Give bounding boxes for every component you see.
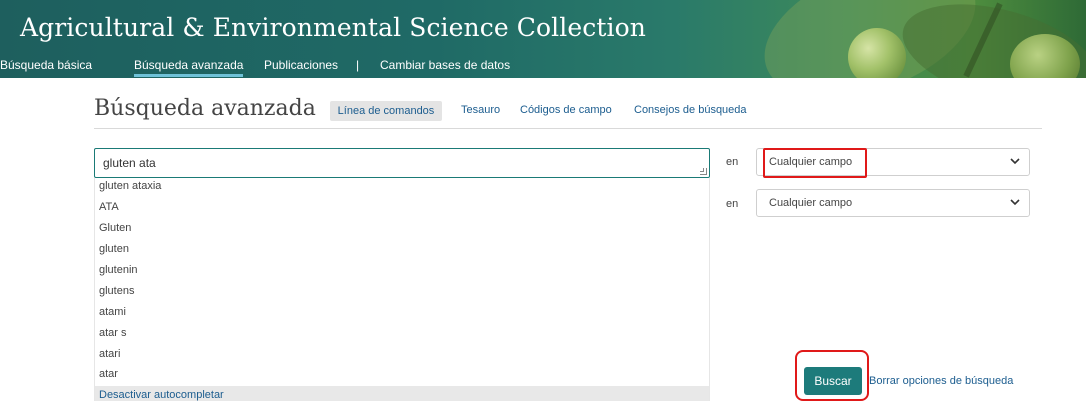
heading-divider (94, 128, 1042, 129)
resize-handle-icon[interactable] (700, 168, 707, 175)
autocomplete-list: gluten ataxia ATA Gluten gluten glutenin… (94, 178, 710, 401)
field-select-value: Cualquier campo (769, 197, 853, 209)
autocomplete-footer: Desactivar autocompletar (95, 386, 709, 401)
clear-search-options-link[interactable]: Borrar opciones de búsqueda (869, 375, 1013, 387)
autocomplete-item[interactable]: gluten ataxia (99, 180, 161, 192)
header-fruit-image (848, 28, 906, 78)
search-input[interactable] (103, 154, 693, 172)
autocomplete-item[interactable]: atar s (99, 327, 127, 339)
chevron-down-icon (1010, 158, 1020, 165)
nav-change-databases[interactable]: Cambiar bases de datos (380, 58, 510, 72)
tab-search-tips[interactable]: Consejos de búsqueda (634, 104, 747, 116)
autocomplete-item[interactable]: glutenin (99, 264, 138, 276)
field-connector-label: en (726, 156, 739, 168)
field-select-2[interactable]: Cualquier campo (756, 189, 1030, 217)
nav-separator: | (356, 58, 360, 72)
highlight-box (763, 148, 867, 178)
highlight-box (795, 350, 869, 401)
autocomplete-item[interactable]: atari (99, 348, 120, 360)
search-input-container[interactable] (94, 148, 710, 178)
app-title: Agricultural & Environmental Science Col… (20, 13, 646, 42)
autocomplete-item[interactable]: Gluten (99, 222, 131, 234)
page-title: Búsqueda avanzada (94, 96, 316, 121)
nav-basic-search[interactable]: Búsqueda básica (0, 58, 92, 72)
app-header: Agricultural & Environmental Science Col… (0, 0, 1086, 78)
field-connector-label: en (726, 198, 739, 210)
autocomplete-item[interactable]: gluten (99, 243, 129, 255)
autocomplete-item[interactable]: atar (99, 368, 118, 380)
autocomplete-item[interactable]: glutens (99, 285, 134, 297)
autocomplete-item[interactable]: atami (99, 306, 126, 318)
tab-command-line[interactable]: Línea de comandos (330, 101, 442, 121)
disable-autocomplete-link[interactable]: Desactivar autocompletar (99, 389, 224, 401)
autocomplete-item[interactable]: ATA (99, 201, 119, 213)
nav-advanced-search[interactable]: Búsqueda avanzada (134, 58, 244, 77)
nav-publications[interactable]: Publicaciones (264, 58, 338, 72)
chevron-down-icon (1010, 199, 1020, 206)
tab-thesaurus[interactable]: Tesauro (461, 104, 500, 116)
tab-field-codes[interactable]: Códigos de campo (520, 104, 612, 116)
